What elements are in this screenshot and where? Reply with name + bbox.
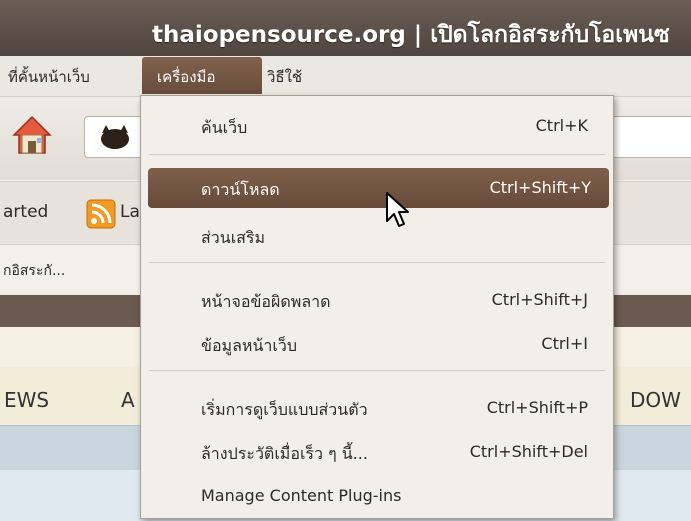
page-nav-news[interactable]: EWS (4, 388, 49, 412)
menu-item-label: หน้าจอข้อผิดพลาด (201, 292, 331, 311)
menu-separator (149, 262, 605, 263)
menu-item-shortcut: Ctrl+Shift+Y (489, 178, 591, 197)
page-nav-download[interactable]: DOW (630, 388, 681, 412)
bookmark-latest-headlines[interactable]: La (120, 202, 140, 222)
menu-item-label: ดาวน์โหลด (201, 180, 280, 199)
rss-icon[interactable] (86, 199, 116, 234)
menu-item-label: ค้นเว็บ (201, 118, 248, 137)
menu-item-shortcut: Ctrl+Shift+Del (469, 442, 588, 461)
menu-bookmarks[interactable]: ที่คั้นหน้าเว็บ (8, 65, 90, 89)
menu-item-manage-plugins[interactable]: Manage Content Plug-ins (141, 476, 613, 516)
menu-item-shortcut: Ctrl+Shift+P (486, 398, 588, 417)
menu-item-downloads[interactable]: ดาวน์โหลด Ctrl+Shift+Y (148, 168, 609, 208)
mouse-cursor-icon (385, 191, 411, 238)
menubar (0, 56, 691, 97)
menu-item-shortcut: Ctrl+Shift+J (491, 290, 588, 309)
window-title: thaiopensource.org | เปิดโลกอิสระกับโอเพ… (152, 22, 670, 48)
menu-item-label: ส่วนเสริม (201, 228, 266, 247)
menu-help[interactable]: วิธีใช้ (267, 65, 302, 89)
menu-item-label: ข้อมูลหน้าเว็บ (201, 336, 297, 355)
menu-item-shortcut: Ctrl+I (541, 334, 588, 353)
menu-item-label: ล้างประวัติเมื่อเร็ว ๆ นี้... (201, 444, 368, 463)
site-identity-button[interactable] (84, 116, 146, 158)
home-icon[interactable] (10, 113, 54, 162)
menu-item-add-ons[interactable]: ส่วนเสริม (141, 216, 613, 256)
menu-item-label: Manage Content Plug-ins (201, 486, 402, 505)
menu-tools-label: เครื่องมือ (157, 68, 216, 86)
menu-separator (149, 154, 605, 155)
page-nav-about[interactable]: A (121, 388, 135, 412)
menu-item-label: เริ่มการดูเว็บแบบส่วนตัว (201, 400, 368, 419)
window-titlebar: thaiopensource.org | เปิดโลกอิสระกับโอเพ… (0, 0, 691, 62)
menu-item-private-browsing[interactable]: เริ่มการดูเว็บแบบส่วนตัว Ctrl+Shift+P (141, 388, 613, 428)
menu-separator (149, 370, 605, 371)
menu-item-web-search[interactable]: ค้นเว็บ Ctrl+K (141, 106, 613, 146)
tools-menu: ค้นเว็บ Ctrl+K ดาวน์โหลด Ctrl+Shift+Y ส่… (140, 95, 614, 519)
bookmark-getting-started[interactable]: arted (3, 202, 48, 222)
tab-label[interactable]: กอิสระกั... (3, 260, 65, 282)
menu-item-shortcut: Ctrl+K (535, 116, 588, 135)
menu-tools[interactable]: เครื่องมือ (142, 57, 262, 94)
menu-item-clear-history[interactable]: ล้างประวัติเมื่อเร็ว ๆ นี้... Ctrl+Shift… (141, 432, 613, 472)
menu-item-page-info[interactable]: ข้อมูลหน้าเว็บ Ctrl+I (141, 324, 613, 364)
menu-item-error-console[interactable]: หน้าจอข้อผิดพลาด Ctrl+Shift+J (141, 280, 613, 320)
